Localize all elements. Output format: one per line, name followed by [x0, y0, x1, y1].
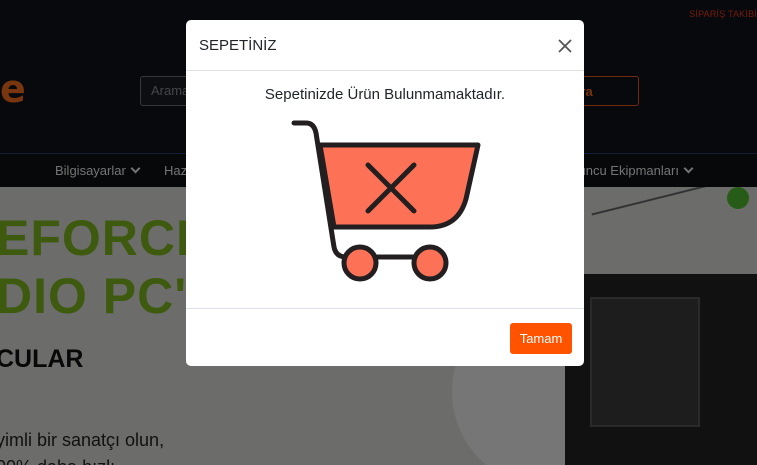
modal-body: Sepetinizde Ürün Bulunmamaktadır. — [186, 71, 584, 309]
modal-footer: Tamam — [186, 308, 584, 366]
ok-button[interactable]: Tamam — [510, 323, 572, 354]
close-icon[interactable] — [554, 35, 576, 57]
empty-cart-message: Sepetinizde Ürün Bulunmamaktadır. — [264, 86, 506, 103]
modal-title: SEPETİNİZ — [199, 37, 277, 54]
modal-header: SEPETİNİZ — [186, 20, 584, 71]
empty-cart-icon — [291, 120, 481, 282]
cart-modal: SEPETİNİZ Sepetinizde Ürün Bulunmamaktad… — [186, 20, 584, 366]
